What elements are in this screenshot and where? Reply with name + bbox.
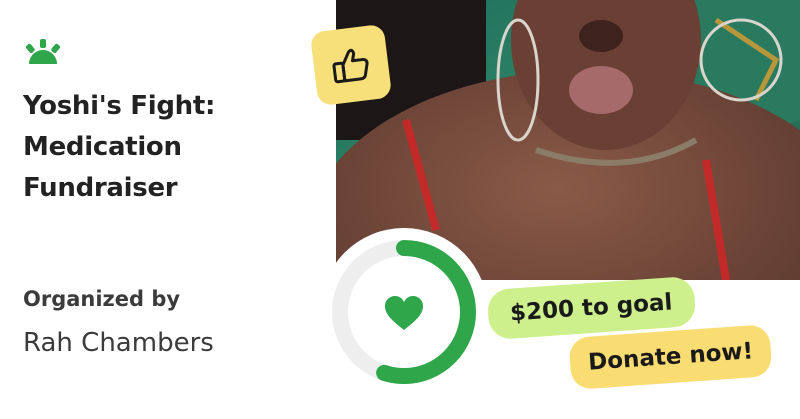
progress-ring [320,228,488,396]
organizer-heading: Organized by [23,287,181,311]
organizer-name[interactable]: Rah Chambers [23,328,214,358]
thumbs-up-icon [332,48,369,84]
donate-now-button[interactable]: Donate now! [568,324,773,390]
campaign-title[interactable]: Yoshi's Fight: Medication Fundraiser [23,86,303,209]
gofundme-logo-icon [25,39,61,64]
heart-icon [385,296,423,330]
like-badge[interactable] [309,23,393,107]
